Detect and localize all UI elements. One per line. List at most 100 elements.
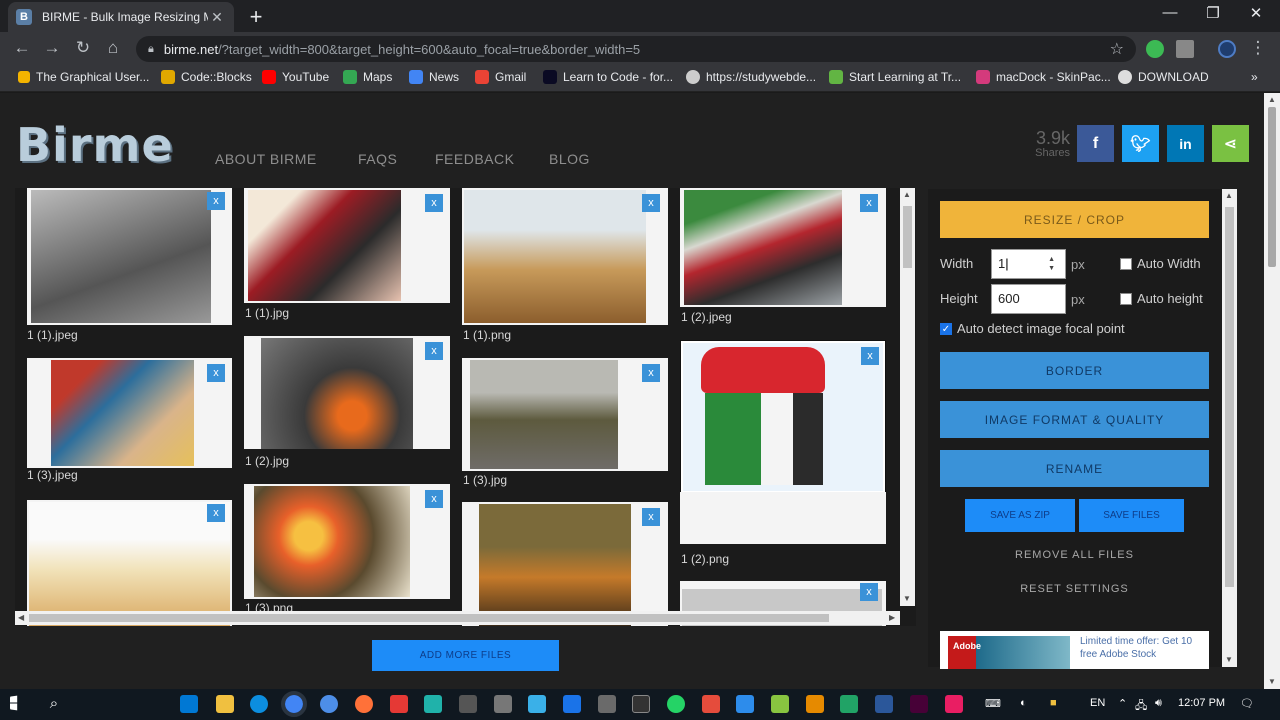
extension-icon[interactable] [1146, 40, 1164, 58]
add-more-files-button[interactable]: ADD MORE FILES [372, 640, 559, 671]
bookmark-item[interactable]: YouTube [262, 70, 329, 84]
remove-image-icon[interactable]: x [860, 194, 878, 212]
bookmark-item[interactable]: Gmail [475, 70, 526, 84]
remove-image-icon[interactable]: x [861, 347, 879, 365]
remove-image-icon[interactable]: x [642, 508, 660, 526]
home-icon[interactable]: ⌂ [101, 38, 125, 58]
nav-about[interactable]: ABOUT BIRME [215, 151, 317, 167]
linkedin-icon[interactable]: in [1167, 125, 1204, 162]
taskbar-app-icon[interactable] [598, 695, 616, 713]
rename-button[interactable]: RENAME [940, 450, 1209, 487]
image-card[interactable]: x [244, 336, 450, 449]
remove-image-icon[interactable]: x [207, 192, 225, 210]
file-explorer-icon[interactable] [216, 695, 234, 713]
keyboard-icon[interactable]: ⌨ [985, 697, 1001, 710]
taskbar-app-icon[interactable] [563, 695, 581, 713]
auto-height-checkbox[interactable] [1120, 293, 1132, 305]
remove-image-icon[interactable]: x [207, 364, 225, 382]
nav-feedback[interactable]: FEEDBACK [435, 151, 514, 167]
close-window-icon[interactable]: ✕ [1241, 4, 1271, 22]
image-card[interactable]: x [27, 358, 232, 468]
page-vertical-scrollbar[interactable]: ▲ ▼ [1264, 93, 1280, 689]
image-card[interactable]: x [244, 484, 450, 599]
new-tab-button[interactable]: + [246, 4, 266, 30]
browser-tab[interactable]: B BIRME - Bulk Image Resizing Ma ✕ [8, 2, 234, 32]
share-icon[interactable]: ⋖ [1212, 125, 1249, 162]
remove-image-icon[interactable]: x [207, 504, 225, 522]
width-input[interactable]: 1| ▲ ▼ [991, 249, 1066, 279]
border-button[interactable]: BORDER [940, 352, 1209, 389]
taskbar-app-icon[interactable] [320, 695, 338, 713]
nav-blog[interactable]: BLOG [549, 151, 590, 167]
edge-icon[interactable] [250, 695, 268, 713]
reload-icon[interactable]: ↻ [71, 38, 95, 58]
birme-logo[interactable]: Birme [16, 118, 174, 172]
auto-width-checkbox[interactable] [1120, 258, 1132, 270]
remove-image-icon[interactable]: x [642, 194, 660, 212]
taskbar-app-icon[interactable] [806, 695, 824, 713]
word-icon[interactable] [875, 695, 893, 713]
image-card[interactable]: x [680, 340, 886, 493]
image-card[interactable]: x [680, 188, 886, 307]
taskbar-app-icon[interactable] [702, 695, 720, 713]
bookmark-item[interactable]: DOWNLOAD [1118, 70, 1209, 84]
image-card[interactable]: x [462, 188, 668, 325]
show-hidden-icons[interactable]: ⌃ [1118, 697, 1127, 710]
image-card[interactable]: x [27, 188, 232, 325]
remove-image-icon[interactable]: x [425, 194, 443, 212]
bookmark-item[interactable]: macDock - SkinPac... [976, 70, 1111, 84]
scrollbar-thumb[interactable] [1225, 207, 1234, 587]
image-format-quality-button[interactable]: IMAGE FORMAT & QUALITY [940, 401, 1209, 438]
tray-app-icon[interactable]: ◐ [1020, 697, 1027, 709]
address-bar[interactable]: 🔒︎ birme.net/?target_width=800&target_he… [136, 36, 1136, 62]
image-card[interactable]: x [462, 502, 668, 626]
bookmark-item[interactable]: The Graphical User... [18, 70, 149, 84]
nav-faqs[interactable]: FAQS [358, 151, 397, 167]
search-icon[interactable]: ⌕ [45, 695, 63, 713]
minimize-icon[interactable]: — [1155, 4, 1185, 21]
image-card[interactable]: x [462, 358, 668, 471]
taskbar-app-icon[interactable] [945, 695, 963, 713]
bookmark-item[interactable]: Code::Blocks [161, 70, 252, 84]
auto-focal-checkbox[interactable]: ✓ [940, 323, 952, 335]
advertisement[interactable]: Adobe Limited time offer: Get 10 free Ad… [940, 631, 1209, 669]
remove-image-icon[interactable]: x [642, 364, 660, 382]
profile-avatar[interactable] [1218, 40, 1236, 58]
reset-settings-link[interactable]: RESET SETTINGS [940, 583, 1209, 595]
notifications-icon[interactable]: 🗨︎ [1240, 697, 1254, 710]
taskbar-app-icon[interactable] [180, 695, 198, 713]
volume-icon[interactable]: 🔊︎ [1155, 697, 1162, 710]
scrollbar-thumb[interactable] [1268, 107, 1276, 267]
taskbar-app-icon[interactable] [771, 695, 789, 713]
bookmark-item[interactable]: Start Learning at Tr... [829, 70, 961, 84]
taskbar-app-icon[interactable] [390, 695, 408, 713]
clock[interactable]: 12:07 PM [1178, 697, 1225, 709]
remove-image-icon[interactable]: x [425, 490, 443, 508]
tray-app-icon[interactable]: ■ [1050, 697, 1057, 709]
settings-scrollbar[interactable]: ▲ ▼ [1222, 189, 1237, 667]
forward-icon[interactable]: → [40, 38, 64, 58]
gallery-vertical-scrollbar[interactable]: ▲ ▼ [900, 188, 915, 606]
taskbar-app-icon[interactable] [528, 695, 546, 713]
scrollbar-thumb[interactable] [29, 614, 829, 622]
image-card[interactable]: x [244, 188, 450, 303]
resize-crop-button[interactable]: RESIZE / CROP [940, 201, 1209, 238]
excel-icon[interactable] [840, 695, 858, 713]
language-indicator[interactable]: EN [1090, 697, 1105, 709]
taskbar-app-icon[interactable] [632, 695, 650, 713]
menu-kebab-icon[interactable]: ⋮ [1246, 38, 1270, 58]
windows-start-icon[interactable] [10, 695, 18, 711]
back-icon[interactable]: ← [10, 38, 34, 58]
extension-icon[interactable] [1176, 40, 1194, 58]
close-tab-icon[interactable]: ✕ [208, 9, 226, 26]
taskbar-app-icon[interactable] [494, 695, 512, 713]
bookmark-item[interactable]: News [409, 70, 459, 84]
width-spinner[interactable]: ▲ ▼ [1048, 255, 1055, 273]
bookmark-item[interactable]: https://studywebde... [686, 70, 816, 84]
restore-icon[interactable]: ❐ [1198, 4, 1228, 22]
bookmark-star-icon[interactable]: ☆ [1110, 39, 1124, 59]
taskbar-app-icon[interactable] [736, 695, 754, 713]
save-files-button[interactable]: SAVE FILES [1079, 499, 1184, 532]
chrome-icon[interactable] [281, 691, 307, 717]
gallery-horizontal-scrollbar[interactable]: ◀ ▶ [15, 611, 900, 625]
